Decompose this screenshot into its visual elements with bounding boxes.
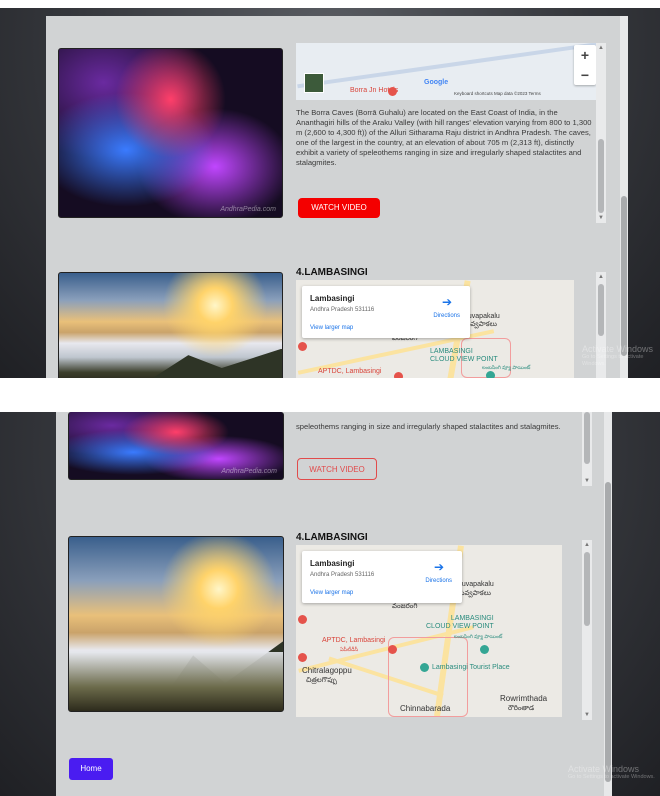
map-label-rowrimthada: Rowrimthada bbox=[500, 694, 548, 703]
map-label-cloud-view-point: LAMBASINGI CLOUD VIEW POINT bbox=[430, 348, 498, 363]
watch-video-button[interactable]: WATCH VIDEO bbox=[298, 198, 380, 218]
activate-windows-watermark: Activate Windows Go to Settings to activ… bbox=[568, 764, 655, 781]
page-scroll-thumb[interactable] bbox=[605, 482, 611, 782]
borra-description-tail: speleothems ranging in size and irregula… bbox=[296, 422, 561, 431]
map-card-title: Lambasingi bbox=[310, 559, 355, 568]
screenshot-top: AndhraPedia.com Borra Jn Hotels Google K… bbox=[0, 8, 660, 378]
borra-caves-photo: AndhraPedia.com bbox=[58, 48, 283, 218]
view-larger-map-link[interactable]: View larger map bbox=[310, 325, 353, 331]
photo-watermark: AndhraPedia.com bbox=[221, 468, 277, 475]
map-label-guvvapakalu-te: గువ్వపాకలు bbox=[458, 590, 491, 597]
map-label-tourist-place: Lambasingi Tourist Place bbox=[432, 664, 510, 671]
map-pin-aptdc2-icon bbox=[394, 372, 403, 378]
activate-windows-watermark: Activate Windows Go to Settings to activ… bbox=[582, 344, 660, 368]
map-card-title: Lambasingi bbox=[310, 294, 355, 303]
map-pin-cloud-view-icon bbox=[480, 645, 489, 654]
zoom-out-button[interactable]: − bbox=[574, 65, 596, 85]
content-panel: AndhraPedia.com Borra Jn Hotels Google K… bbox=[46, 16, 620, 378]
directions-link[interactable]: Directions bbox=[433, 313, 460, 319]
map-label-cloud-view-point-te: లంబసింగి వ్యూ పాయింట్ bbox=[454, 634, 503, 640]
page-scrollbar[interactable] bbox=[620, 16, 628, 378]
map-label-chitralagoppu: Chitralagoppu bbox=[302, 666, 352, 675]
map-label-rowrimthada-te: రౌరింతాడ bbox=[508, 705, 535, 712]
map-pin-cloud-view-icon bbox=[486, 371, 495, 378]
scroll-up-arrow-icon[interactable]: ▲ bbox=[596, 43, 606, 53]
lambasingi-photo bbox=[58, 272, 283, 378]
borra-scrollbar[interactable]: ▲ ▼ bbox=[596, 43, 606, 223]
borra-scrollbar[interactable]: ▼ bbox=[582, 412, 592, 486]
map-label-aptdc: APTDC, Lambasingi bbox=[318, 368, 382, 375]
lambasingi-map[interactable]: guvapakalu గువ్వపాకలు వంజరంగి LAMBASINGI… bbox=[296, 545, 562, 717]
activate-windows-subtitle: Go to Settings to activate Windows. bbox=[582, 354, 644, 367]
map-attribution: Keyboard shortcuts Map data ©2023 Terms bbox=[454, 91, 541, 96]
borra-map[interactable]: Borra Jn Hotels Google Keyboard shortcut… bbox=[296, 43, 602, 100]
activate-windows-subtitle: Go to Settings to activate Windows. bbox=[568, 774, 655, 780]
view-larger-map-link[interactable]: View larger map bbox=[310, 590, 353, 596]
scroll-down-arrow-icon[interactable]: ▼ bbox=[596, 213, 606, 223]
lambasingi-photo bbox=[68, 536, 284, 712]
map-pin-left-icon bbox=[298, 653, 307, 662]
map-pin-aptdc-icon bbox=[298, 615, 307, 624]
map-label-aptdc: APTDC, Lambasingi bbox=[322, 637, 386, 644]
map-pin-icon bbox=[388, 87, 397, 96]
page-scrollbar[interactable] bbox=[604, 412, 612, 796]
scroll-thumb[interactable] bbox=[598, 284, 604, 336]
scroll-down-arrow-icon[interactable]: ▼ bbox=[582, 710, 592, 720]
zoom-in-button[interactable]: + bbox=[574, 45, 596, 65]
lambasingi-heading: 4.LAMBASINGI bbox=[296, 267, 368, 278]
map-label-aptdc-te: ఏపీటీడీసీ bbox=[340, 647, 359, 653]
borra-caves-photo: AndhraPedia.com bbox=[68, 412, 284, 480]
map-label-chitralagoppu-te: చిత్రలగొప్పు bbox=[306, 677, 337, 684]
directions-icon[interactable]: ➔ bbox=[434, 560, 444, 574]
map-pin-tourist-place-icon bbox=[420, 663, 429, 672]
map-label-guvvapakalu: guvapakalu bbox=[458, 581, 494, 588]
map-label-chinnabarada: Chinnabarada bbox=[400, 704, 451, 713]
map-satellite-thumbnail[interactable] bbox=[304, 73, 324, 93]
map-label-village-te: వంజరంగి bbox=[392, 603, 418, 610]
lambasingi-map[interactable]: guvapakalu గువ్వపాకలు వంజరంగి LAMBASINGI… bbox=[296, 280, 574, 378]
screenshot-bottom: AndhraPedia.com speleothems ranging in s… bbox=[0, 412, 660, 796]
home-button[interactable]: Home bbox=[69, 758, 113, 780]
directions-link[interactable]: Directions bbox=[425, 578, 452, 584]
map-zoom-control: + − bbox=[574, 45, 596, 85]
scroll-down-arrow-icon[interactable]: ▼ bbox=[582, 476, 592, 486]
borra-description: The Borra Caves (Borrā Guhalu) are locat… bbox=[296, 108, 592, 167]
activate-windows-title: Activate Windows bbox=[568, 764, 640, 774]
scroll-thumb[interactable] bbox=[584, 552, 590, 626]
scroll-thumb[interactable] bbox=[584, 412, 590, 464]
scroll-thumb[interactable] bbox=[598, 139, 604, 213]
photo-watermark: AndhraPedia.com bbox=[220, 206, 276, 213]
map-info-card: Lambasingi Andhra Pradesh 531116 ➔ Direc… bbox=[302, 551, 462, 603]
watch-video-button[interactable]: WATCH VIDEO bbox=[297, 458, 377, 480]
activate-windows-title: Activate Windows bbox=[582, 344, 654, 354]
map-card-subtitle: Andhra Pradesh 531116 bbox=[310, 572, 375, 578]
content-panel: AndhraPedia.com speleothems ranging in s… bbox=[56, 412, 612, 796]
map-label-cloud-view-point: LAMBASINGI CLOUD VIEW POINT bbox=[426, 615, 494, 630]
map-info-card: Lambasingi Andhra Pradesh 531116 ➔ Direc… bbox=[302, 286, 470, 338]
scroll-up-arrow-icon[interactable]: ▲ bbox=[596, 272, 606, 282]
page-scroll-thumb[interactable] bbox=[621, 196, 627, 356]
lambasingi-scrollbar[interactable]: ▲ ▼ bbox=[582, 540, 592, 720]
map-pin-aptdc-icon bbox=[298, 342, 307, 351]
map-pin-aptdc2-icon bbox=[388, 645, 397, 654]
lambasingi-heading: 4.LAMBASINGI bbox=[296, 532, 368, 543]
map-card-subtitle: Andhra Pradesh 531116 bbox=[310, 307, 375, 313]
directions-icon[interactable]: ➔ bbox=[442, 295, 452, 309]
scroll-up-arrow-icon[interactable]: ▲ bbox=[582, 540, 592, 550]
google-logo: Google bbox=[424, 79, 449, 86]
